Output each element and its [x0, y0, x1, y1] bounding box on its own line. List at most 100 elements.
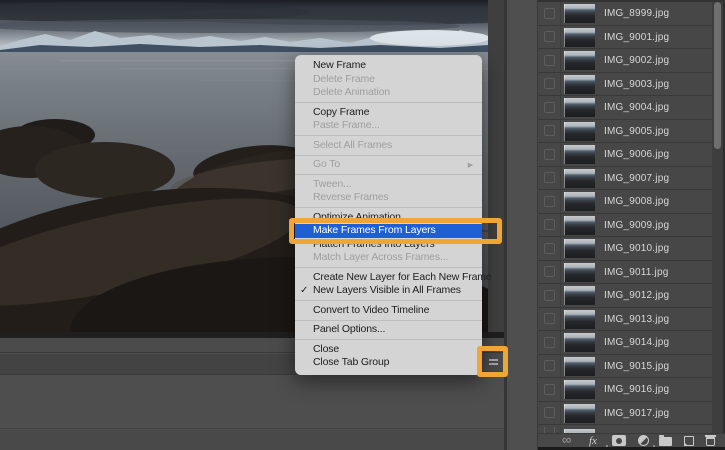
menu-item-tween[interactable]: Tween...: [295, 178, 482, 192]
layer-thumbnail[interactable]: [564, 145, 595, 164]
visibility-checkbox-icon[interactable]: [543, 54, 555, 66]
layers-scrollbar-track[interactable]: [712, 2, 723, 433]
menu-item-create-new-layer-for-each-new-frame[interactable]: Create New Layer for Each New Frame: [295, 271, 492, 285]
visibility-checkbox-icon[interactable]: [543, 289, 555, 301]
menu-item-go-to[interactable]: Go To ▶: [295, 158, 482, 172]
link-icon[interactable]: [562, 435, 577, 447]
layer-visibility-cell[interactable]: [538, 96, 561, 119]
visibility-checkbox-icon[interactable]: [543, 383, 555, 395]
layer-row[interactable]: IMG_9015.jpg: [538, 354, 725, 378]
menu-item-optimize-animation[interactable]: Optimize Animation...: [295, 211, 482, 225]
layer-visibility-cell[interactable]: [538, 25, 561, 48]
layer-thumbnail[interactable]: [564, 262, 595, 282]
layer-visibility-cell[interactable]: [538, 166, 561, 189]
new-layer-icon[interactable]: [684, 435, 694, 446]
menu-item-copy-frame[interactable]: Copy Frame: [295, 106, 482, 120]
layer-visibility-cell[interactable]: [538, 260, 561, 283]
layer-visibility-cell[interactable]: [538, 2, 561, 25]
layer-thumbnail[interactable]: [564, 27, 595, 47]
layer-mask-icon[interactable]: [612, 435, 626, 446]
panel-menu-button[interactable]: [483, 353, 503, 371]
visibility-checkbox-icon[interactable]: [543, 78, 555, 90]
layer-visibility-cell[interactable]: [538, 284, 561, 307]
visibility-checkbox-icon[interactable]: [543, 148, 555, 160]
layer-row[interactable]: IMG_9004.jpg: [538, 96, 725, 120]
layer-visibility-cell[interactable]: [538, 307, 561, 330]
layer-visibility-cell[interactable]: [538, 119, 561, 142]
visibility-checkbox-icon[interactable]: [543, 360, 555, 372]
menu-item-flatten-frames-into-layers[interactable]: Flatten Frames Into Layers: [295, 238, 482, 252]
layer-thumbnail[interactable]: [564, 4, 595, 23]
visibility-checkbox-icon[interactable]: [543, 195, 555, 207]
layer-visibility-cell[interactable]: [538, 213, 561, 236]
layer-visibility-cell[interactable]: [538, 378, 561, 401]
layer-row[interactable]: IMG_8999.jpg: [538, 2, 725, 26]
fx-icon[interactable]: [589, 435, 602, 447]
menu-item-panel-options[interactable]: Panel Options...: [295, 323, 482, 337]
layer-thumbnail[interactable]: [564, 333, 595, 352]
layer-row[interactable]: IMG_9012.jpg: [538, 284, 725, 308]
adjustment-icon[interactable]: [638, 435, 649, 446]
layer-row[interactable]: IMG_9016.jpg: [538, 378, 725, 402]
layer-visibility-cell[interactable]: [538, 190, 561, 213]
menu-item-delete-frame[interactable]: Delete Frame: [295, 73, 482, 87]
layer-thumbnail[interactable]: [564, 403, 595, 423]
menu-item-select-all-frames[interactable]: Select All Frames: [295, 139, 482, 153]
layer-thumbnail[interactable]: [564, 309, 595, 329]
layer-thumbnail[interactable]: [564, 239, 595, 258]
layer-thumbnail[interactable]: [564, 192, 595, 211]
visibility-checkbox-icon[interactable]: [543, 266, 555, 278]
layer-thumbnail[interactable]: [564, 98, 595, 117]
menu-item-reverse-frames[interactable]: Reverse Frames: [295, 191, 482, 205]
group-icon[interactable]: [659, 435, 672, 446]
layer-visibility-cell[interactable]: [538, 49, 561, 72]
layer-row[interactable]: IMG_9007.jpg: [538, 166, 725, 190]
menu-item-new-frame[interactable]: New Frame: [295, 59, 482, 73]
layer-thumbnail[interactable]: [564, 215, 595, 235]
visibility-checkbox-icon[interactable]: [543, 31, 555, 43]
layer-visibility-cell[interactable]: [538, 143, 561, 166]
visibility-checkbox-icon[interactable]: [543, 242, 555, 254]
visibility-checkbox-icon[interactable]: [543, 125, 555, 137]
menu-item-convert-to-video-timeline[interactable]: Convert to Video Timeline: [295, 304, 482, 318]
delete-icon[interactable]: [705, 435, 716, 446]
visibility-checkbox-icon[interactable]: [543, 336, 555, 348]
layer-row[interactable]: IMG_9010.jpg: [538, 237, 725, 261]
layers-scrollbar-thumb[interactable]: [714, 2, 721, 149]
layer-row[interactable]: IMG_9001.jpg: [538, 25, 725, 49]
layer-row[interactable]: IMG_9003.jpg: [538, 72, 725, 96]
menu-item-paste-frame[interactable]: Paste Frame...: [295, 119, 482, 133]
layer-row[interactable]: IMG_9006.jpg: [538, 143, 725, 167]
layer-thumbnail[interactable]: [564, 121, 595, 141]
layer-thumbnail[interactable]: [564, 51, 595, 70]
layer-row[interactable]: IMG_9009.jpg: [538, 213, 725, 237]
layer-thumbnail[interactable]: [564, 286, 595, 305]
layer-thumbnail[interactable]: [564, 356, 595, 376]
menu-item-match-layer-across-frames[interactable]: Match Layer Across Frames...: [295, 251, 482, 265]
menu-item-close[interactable]: Close: [295, 343, 482, 357]
visibility-checkbox-icon[interactable]: [543, 219, 555, 231]
layer-row[interactable]: IMG_9008.jpg: [538, 190, 725, 214]
menu-item-close-tab-group[interactable]: Close Tab Group: [295, 356, 482, 370]
visibility-checkbox-icon[interactable]: [543, 101, 555, 113]
layer-row[interactable]: IMG_9011.jpg: [538, 260, 725, 284]
layer-row[interactable]: IMG_9013.jpg: [538, 307, 725, 331]
menu-item-delete-animation[interactable]: Delete Animation: [295, 86, 482, 100]
layer-row[interactable]: IMG_9005.jpg: [538, 119, 725, 143]
layer-thumbnail[interactable]: [564, 168, 595, 188]
layer-visibility-cell[interactable]: [538, 354, 561, 377]
visibility-checkbox-icon[interactable]: [543, 172, 555, 184]
layer-row[interactable]: IMG_9017.jpg: [538, 401, 725, 425]
layer-thumbnail[interactable]: [564, 380, 595, 399]
layer-visibility-cell[interactable]: [538, 401, 561, 424]
visibility-checkbox-icon[interactable]: [543, 313, 555, 325]
layer-row[interactable]: IMG_9002.jpg: [538, 49, 725, 73]
visibility-checkbox-icon[interactable]: [543, 407, 555, 419]
menu-item-new-layers-visible-in-all-frames[interactable]: ✓ New Layers Visible in All Frames: [295, 284, 482, 298]
layer-visibility-cell[interactable]: [538, 72, 561, 95]
menu-item-make-frames-from-layers[interactable]: Make Frames From Layers: [295, 224, 482, 238]
layer-thumbnail[interactable]: [564, 74, 595, 94]
layer-visibility-cell[interactable]: [538, 331, 561, 354]
layer-row[interactable]: IMG_9014.jpg: [538, 331, 725, 355]
layer-visibility-cell[interactable]: [538, 237, 561, 260]
